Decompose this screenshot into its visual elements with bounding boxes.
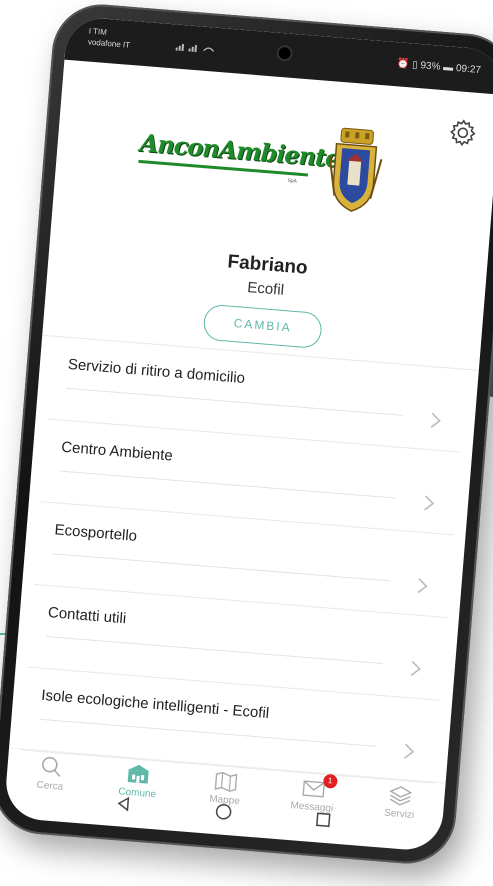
menu-item-label: Isole ecologiche intelligenti - Ecofil: [40, 686, 270, 723]
carrier-name-2: vodafone IT: [87, 37, 131, 50]
vibrate-icon: ▯: [411, 59, 419, 71]
divider: [46, 635, 384, 665]
logo-wordmark: AnconAmbiente: [138, 127, 341, 173]
search-icon: [41, 756, 61, 778]
alarm-icon: ⏰: [396, 58, 410, 71]
change-municipality-button[interactable]: CAMBIA: [202, 303, 323, 350]
municipal-crest-icon: [328, 127, 383, 212]
menu-item-label: Servizio di ritiro a domicilio: [67, 355, 246, 388]
chevron-right-icon: [404, 743, 415, 759]
app-screen: I TIM vodafone IT ⏰ ▯ 93% ▬ 09:27 AnconA…: [3, 15, 493, 853]
home-icon[interactable]: [214, 802, 233, 821]
front-camera: [278, 46, 292, 60]
signal-icons: [175, 41, 216, 56]
divider: [59, 470, 397, 499]
recents-icon[interactable]: [314, 811, 331, 828]
status-right: ⏰ ▯ 93% ▬ 09:27: [397, 58, 482, 76]
logo-spa: SpA: [287, 177, 298, 185]
menu-item-label: Contatti utili: [47, 604, 127, 628]
status-bar: I TIM vodafone IT ⏰ ▯ 93% ▬ 09:27: [64, 15, 493, 95]
menu-item-label: Ecosportello: [53, 521, 138, 545]
chevron-right-icon: [430, 412, 441, 428]
chevron-right-icon: [423, 495, 435, 511]
phone-device: I TIM vodafone IT ⏰ ▯ 93% ▬ 09:27 AnconA…: [0, 0, 493, 868]
chevron-right-icon: [410, 660, 421, 677]
services-menu: Servizio di ritiro a domicilio Centro Am…: [8, 334, 479, 785]
ancon-ambiente-logo: AnconAmbiente SpA: [125, 109, 421, 222]
clock: 09:27: [455, 63, 482, 77]
layers-icon: [389, 786, 413, 806]
divider: [39, 718, 377, 747]
carrier-info: I TIM vodafone IT: [87, 25, 131, 50]
menu-item-label: Centro Ambiente: [60, 438, 174, 465]
battery-icon: ▬: [442, 62, 454, 74]
settings-gear-icon[interactable]: [447, 117, 479, 149]
map-icon: [214, 771, 238, 792]
back-icon[interactable]: [116, 795, 133, 812]
divider: [52, 553, 390, 582]
divider: [66, 387, 404, 416]
unread-badge: 1: [322, 773, 338, 789]
battery-percent: 93%: [420, 60, 441, 73]
envelope-icon: [302, 780, 325, 798]
chevron-right-icon: [417, 578, 428, 594]
signal-strength-icon: [175, 43, 215, 53]
town-hall-icon: [128, 764, 150, 784]
